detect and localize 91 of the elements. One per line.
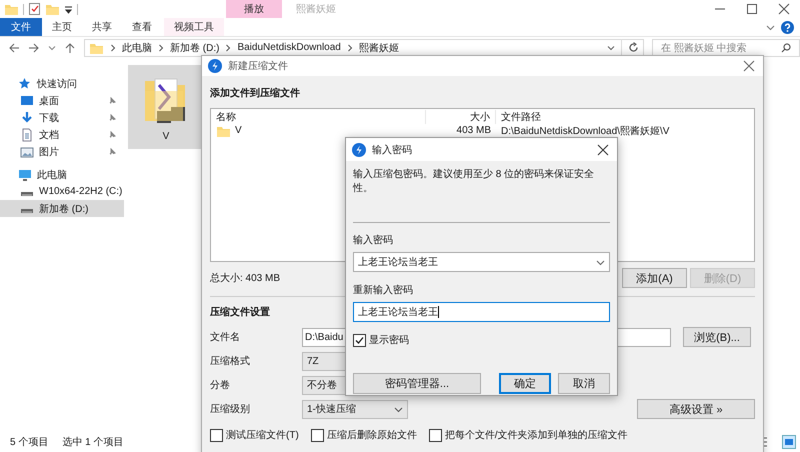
checkbox-label: 测试压缩文件(T) bbox=[226, 428, 299, 442]
table-cell-text: 403 MB bbox=[456, 125, 492, 136]
button[interactable]: 确定 bbox=[499, 373, 551, 394]
window-title: 熙酱妖姬 bbox=[296, 3, 337, 16]
breadcrumb[interactable]: 此电脑 bbox=[122, 40, 152, 54]
forward-icon[interactable] bbox=[28, 42, 40, 54]
checkbox-label: 把每个文件/文件夹添加到单独的压缩文件 bbox=[444, 428, 628, 442]
maximize-icon[interactable] bbox=[746, 3, 758, 15]
field-label: 压缩格式 bbox=[210, 354, 251, 368]
chevron-right-icon bbox=[158, 44, 164, 52]
file-name: V bbox=[235, 125, 242, 136]
column-header[interactable]: 文件路径 bbox=[496, 110, 754, 124]
ribbon-tab[interactable]: 主页 bbox=[42, 18, 82, 36]
chevron-down-icon bbox=[596, 258, 605, 266]
download-icon bbox=[20, 110, 34, 124]
close-icon[interactable] bbox=[778, 3, 790, 15]
breadcrumb[interactable]: 熙酱妖姬 bbox=[358, 40, 399, 54]
checkbox[interactable] bbox=[428, 428, 442, 442]
app-logo-icon bbox=[208, 59, 222, 73]
up-icon[interactable] bbox=[64, 42, 76, 54]
chevron-right-icon bbox=[346, 44, 353, 52]
checkbox[interactable] bbox=[210, 428, 223, 442]
status-text: 5 个项目 bbox=[10, 436, 48, 449]
large-icons-view-icon[interactable] bbox=[782, 435, 796, 449]
ribbon-tab[interactable]: 共享 bbox=[82, 18, 122, 36]
file-item[interactable]: V bbox=[128, 65, 204, 149]
checkbox[interactable] bbox=[310, 428, 324, 442]
field-label: 分卷 bbox=[210, 379, 231, 392]
checkbox-label: 显示密码 bbox=[369, 334, 409, 347]
field-label: 文件名 bbox=[210, 330, 241, 344]
search-placeholder: 在 熙酱妖姬 中搜索 bbox=[661, 42, 747, 54]
column-header[interactable]: 名称 bbox=[211, 110, 426, 124]
button[interactable]: 添加(A) bbox=[622, 268, 687, 288]
breadcrumb[interactable]: BaiduNetdiskDownload bbox=[237, 42, 341, 53]
section-title: 压缩文件设置 bbox=[210, 306, 270, 319]
properties-icon[interactable] bbox=[28, 2, 41, 16]
button: 删除(D) bbox=[690, 268, 755, 288]
drive-icon bbox=[21, 192, 33, 196]
close-icon[interactable] bbox=[597, 144, 609, 156]
back-icon[interactable] bbox=[8, 42, 20, 54]
browse-button[interactable]: 浏览(B)... bbox=[683, 327, 751, 347]
ribbon-tab[interactable]: 文件 bbox=[0, 18, 42, 36]
button[interactable]: 密码管理器... bbox=[353, 373, 481, 394]
hint-text: 输入压缩包密码。建议使用至少 8 位的密码来保证安全性。 bbox=[353, 168, 596, 196]
breadcrumb[interactable]: 新加卷 (D:) bbox=[170, 40, 220, 54]
chevron-right-icon bbox=[110, 44, 116, 52]
drive-icon bbox=[21, 208, 33, 212]
nav-item[interactable]: 文档 bbox=[0, 126, 124, 143]
context-tab-group: 播放 bbox=[226, 0, 282, 18]
search-icon bbox=[781, 42, 791, 52]
field-label: 重新输入密码 bbox=[353, 284, 414, 297]
nav-item[interactable]: 图片 bbox=[0, 143, 124, 160]
dialog-title: 新建压缩文件 bbox=[228, 60, 288, 73]
section-title: 添加文件到压缩文件 bbox=[210, 86, 300, 100]
nav-item[interactable]: W10x64-22H2 (C:) bbox=[0, 183, 124, 200]
chevron-down-icon[interactable] bbox=[48, 44, 56, 52]
desktop-icon bbox=[20, 94, 34, 108]
dialog-title: 输入密码 bbox=[372, 144, 412, 156]
nav-item[interactable]: 快速访问 bbox=[0, 75, 124, 92]
nav-item[interactable]: 此电脑 bbox=[0, 166, 124, 183]
advanced-settings-button[interactable]: 高级设置 » bbox=[637, 399, 755, 419]
chevron-down-icon[interactable] bbox=[607, 44, 615, 52]
ribbon-tab[interactable]: 查看 bbox=[122, 18, 162, 36]
app-logo-icon bbox=[352, 142, 366, 156]
chevron-right-icon bbox=[225, 44, 232, 52]
dropdown[interactable]: 1-快速压缩 bbox=[302, 400, 408, 418]
status-text: 选中 1 个项目 bbox=[62, 436, 124, 449]
help-icon[interactable] bbox=[781, 20, 794, 34]
document-icon bbox=[20, 128, 34, 142]
button[interactable]: 取消 bbox=[558, 373, 610, 394]
checkbox-label: 压缩后删除原始文件 bbox=[326, 428, 417, 442]
picture-icon bbox=[20, 144, 34, 158]
nav-item[interactable]: 下载 bbox=[0, 109, 124, 126]
chevron-down-icon bbox=[394, 404, 403, 414]
star-icon bbox=[18, 76, 32, 90]
total-size: 总大小: 403 MB bbox=[210, 272, 280, 285]
checkbox[interactable] bbox=[353, 334, 366, 346]
folder-icon bbox=[4, 2, 19, 16]
nav-item[interactable]: 桌面 bbox=[0, 92, 124, 109]
refresh-icon[interactable] bbox=[628, 42, 639, 53]
ribbon-tab[interactable]: 视频工具 bbox=[164, 18, 224, 36]
column-header[interactable]: 大小 bbox=[426, 110, 496, 124]
computer-icon bbox=[18, 168, 32, 182]
chevron-down-icon[interactable] bbox=[766, 22, 775, 32]
nav-item[interactable]: 新加卷 (D:) bbox=[0, 200, 124, 217]
field-label: 压缩级别 bbox=[210, 402, 251, 416]
password-combo-field[interactable]: 上老王论坛当老王 bbox=[353, 252, 610, 272]
table-cell-text: D:\BaiduNetdiskDownload\熙酱妖姬\V bbox=[500, 124, 670, 138]
close-icon[interactable] bbox=[743, 60, 755, 72]
password-field[interactable]: 上老王论坛当老王 bbox=[353, 302, 610, 322]
field-label: 输入密码 bbox=[353, 234, 394, 247]
